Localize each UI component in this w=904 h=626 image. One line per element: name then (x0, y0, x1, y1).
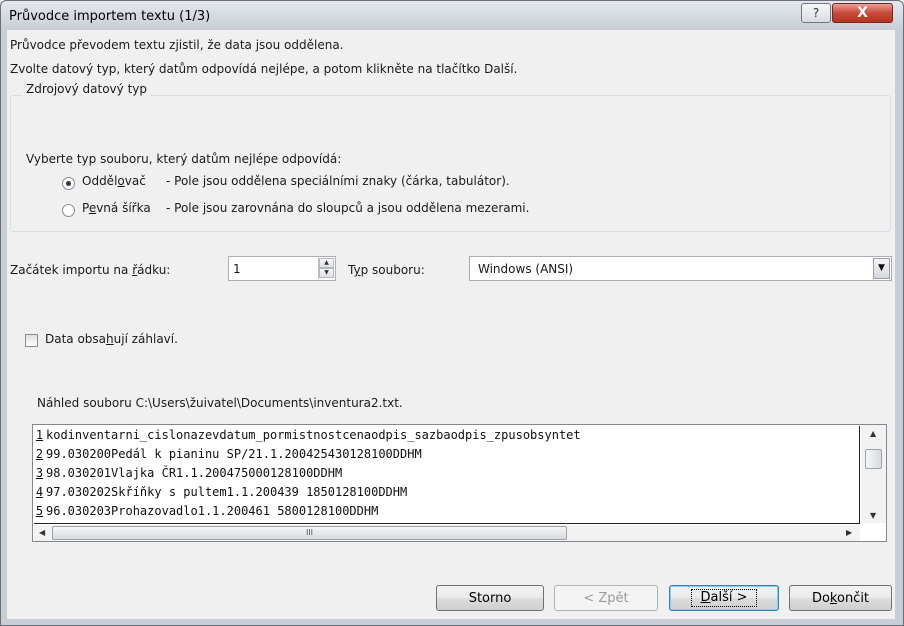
file-type-label: Typ souboru: (348, 263, 425, 277)
preview-label: Náhled souboru C:\Users\žuivatel\Documen… (37, 396, 403, 410)
scroll-grip-icon: III (305, 528, 314, 537)
close-icon: X (857, 5, 868, 21)
radio-delimited-label: Oddělovač (82, 174, 146, 188)
next-button-label: Další > (691, 589, 757, 607)
back-button[interactable]: < Zpět (554, 585, 658, 611)
radio-fixed-width-label: Pevná šířka (82, 201, 151, 215)
preview-row-number: 4 (35, 485, 44, 499)
preview-row-text: 99.030200Pedál k pianinu SP/21.1.2004254… (46, 447, 422, 461)
preview-row-text: kodinventarni_cislonazevdatum_pormistnos… (46, 428, 581, 442)
source-type-prompt: Vyberte typ souboru, který datům nejlépe… (26, 152, 342, 166)
help-button[interactable]: ? (801, 3, 831, 23)
triangle-up-icon: ▲ (324, 259, 329, 266)
radio-delimited-indicator[interactable] (62, 177, 75, 190)
preview-row: 4 97.030202Skříňky s pultem1.1.200439 18… (34, 483, 859, 502)
start-row-label: Začátek importu na řádku: (10, 263, 171, 277)
scroll-left-arrow-icon[interactable]: ◀ (39, 528, 45, 537)
triangle-down-icon: ▼ (324, 269, 329, 276)
vertical-scroll-thumb[interactable] (865, 449, 882, 469)
headers-checkbox[interactable] (25, 334, 38, 347)
preview-horizontal-scrollbar[interactable]: ◀ III ▶ (34, 525, 860, 541)
scroll-down-arrow-icon[interactable]: ▼ (870, 511, 876, 520)
preview-row-text: 98.030201Vlajka ČR1.1.200475000128100DDH… (46, 466, 343, 480)
title-bar[interactable]: Průvodce importem textu (1/3) ? X (1, 1, 903, 31)
preview-row-number: 1 (35, 428, 44, 442)
preview-row-number: 3 (35, 466, 44, 480)
cancel-button[interactable]: Storno (436, 585, 544, 611)
intro-line-2: Zvolte datový typ, který datům odpovídá … (10, 62, 518, 76)
scroll-right-arrow-icon[interactable]: ▶ (846, 528, 852, 537)
finish-button-label: Dokončit (811, 590, 870, 606)
scroll-up-arrow-icon[interactable]: ▲ (870, 429, 876, 438)
help-icon: ? (812, 6, 820, 20)
preview-row: 3 98.030201Vlajka ČR1.1.200475000128100D… (34, 464, 859, 483)
preview-row: 5 96.030203Prohazovadlo1.1.200461 580012… (34, 502, 859, 521)
finish-button[interactable]: Dokončit (789, 585, 892, 611)
stepper-up-button[interactable]: ▲ (319, 258, 334, 268)
start-row-stepper[interactable]: 1 ▲ ▼ (228, 256, 336, 281)
cancel-button-label: Storno (468, 590, 512, 606)
intro-line-1: Průvodce převodem textu zjistil, že data… (10, 38, 344, 52)
file-type-dropdown-button[interactable]: ▼ (873, 258, 890, 279)
source-type-legend: Zdrojový datový typ (22, 82, 152, 96)
file-type-value: Windows (ANSI) (478, 262, 574, 276)
horizontal-scroll-thumb[interactable]: III (52, 526, 567, 540)
preview-row-number: 2 (35, 447, 44, 461)
headers-checkbox-label: Data obsahují záhlaví. (45, 332, 178, 346)
stepper-buttons: ▲ ▼ (318, 258, 334, 279)
file-type-select[interactable]: Windows (ANSI) ▼ (469, 256, 892, 281)
file-preview: 1 kodinventarni_cislonazevdatum_pormistn… (32, 424, 887, 542)
start-row-value[interactable]: 1 (233, 262, 241, 276)
preview-row: 2 99.030200Pedál k pianinu SP/21.1.20042… (34, 445, 859, 464)
stepper-down-button[interactable]: ▼ (319, 268, 334, 278)
close-button[interactable]: X (832, 3, 893, 23)
radio-delimited-description: - Pole jsou oddělena speciálními znaky (… (166, 174, 510, 188)
preview-row-text: 96.030203Prohazovadlo1.1.200461 58001281… (46, 504, 379, 518)
preview-vertical-scrollbar[interactable]: ▲ ▼ (861, 425, 886, 523)
radio-fixed-width-description: - Pole jsou zarovnána do sloupců a jsou … (166, 201, 530, 215)
window-title: Průvodce importem textu (1/3) (9, 9, 211, 24)
next-button[interactable]: Další > (669, 585, 779, 611)
preview-row: 1 kodinventarni_cislonazevdatum_pormistn… (34, 426, 859, 445)
preview-row-number: 5 (35, 504, 44, 518)
back-button-label: < Zpět (583, 590, 629, 606)
preview-row-text: 97.030202Skříňky s pultem1.1.200439 1850… (46, 485, 408, 499)
radio-fixed-width-indicator[interactable] (62, 204, 75, 217)
chevron-down-icon: ▼ (878, 263, 885, 273)
preview-text-area[interactable]: 1 kodinventarni_cislonazevdatum_pormistn… (34, 426, 860, 524)
